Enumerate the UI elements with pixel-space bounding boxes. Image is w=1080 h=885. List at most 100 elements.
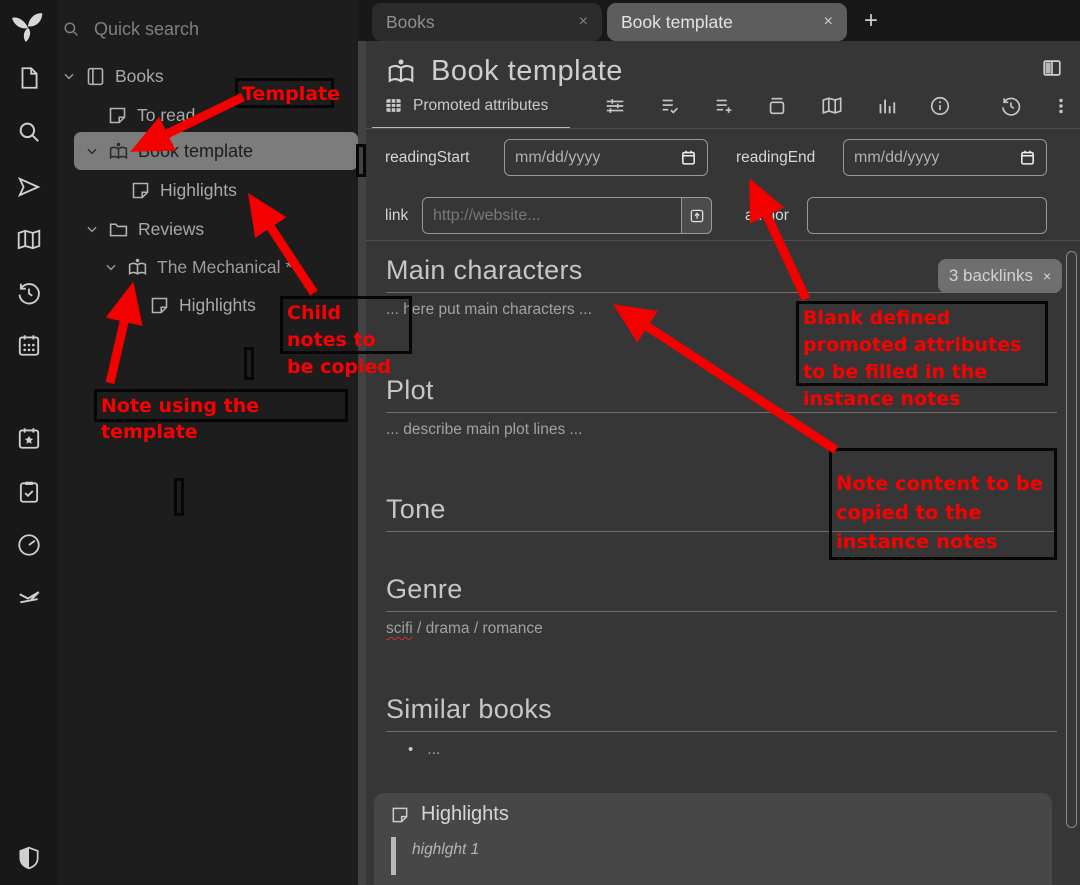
link-placeholder: http://website... [433,207,541,225]
grid-icon [384,96,403,115]
heading-similar-books: Similar books [386,694,552,725]
calendar-picker-icon[interactable] [680,149,697,166]
readingEnd-date-input[interactable]: mm/dd/yyyy [843,139,1047,176]
annotation-note-content: Note content to be copied to the instanc… [829,448,1057,560]
tree-item-highlights[interactable]: Highlights [130,172,237,208]
paragraph-genre[interactable]: scifi / drama / romance [386,620,543,638]
author-input[interactable] [807,197,1047,234]
search-icon[interactable] [16,119,42,145]
similar-books-list: ... [408,741,440,759]
note-map-ribbon-icon[interactable] [821,95,843,117]
paragraph-main-characters[interactable]: ... here put main characters ... [386,301,592,319]
link-input[interactable]: http://website... [422,197,712,234]
marker-rect-artifact [356,144,366,177]
section-divider [366,240,1080,241]
backlinks-close-icon[interactable]: × [1043,268,1051,284]
chevron-down-icon[interactable] [85,222,99,236]
ribbon: Promoted attributes [366,88,1080,128]
tree-item-reviews[interactable]: Reviews [85,211,204,247]
note-info-icon[interactable] [929,95,951,117]
split-view-icon[interactable] [1041,57,1063,79]
child-note-title[interactable]: Highlights [421,803,509,826]
content-scrollbar-thumb[interactable] [1066,251,1077,828]
quick-search-icon [62,20,80,38]
genre-rest: / drama / romance [413,620,543,637]
new-tab-button[interactable]: + [856,4,886,38]
calendar-icon[interactable] [16,332,42,358]
tree-item-the-mechanical[interactable]: The Mechanical * [104,249,292,285]
note-title-row: Book template [386,55,623,88]
paragraph-plot[interactable]: ... describe main plot lines ... [386,421,582,439]
tab-bar: Books × Book template × + [358,0,1080,41]
readingStart-date-input[interactable]: mm/dd/yyyy [504,139,708,176]
tab-close-icon[interactable]: × [824,13,833,31]
misspelled-word: scifi [386,620,413,637]
note-map-icon[interactable] [16,227,42,253]
tree-item-label: Highlights [160,180,237,201]
tab-label: Book template [621,12,733,33]
child-note-card[interactable]: Highlights highlght 1 [374,793,1052,885]
quick-search-input[interactable]: Quick search [62,14,352,44]
jump-to-note-icon[interactable] [16,174,42,200]
author-label: author [745,207,789,225]
dashboard-icon[interactable] [16,532,42,558]
annotation-note-using-template: Note using the template [94,389,348,422]
note-icon [107,105,128,126]
annotation-blank-attributes: Blank defined promoted attributes to be … [796,301,1048,386]
note-stats-icon[interactable] [875,95,897,117]
backlinks-count: 3 backlinks [949,266,1033,286]
ribbon-divider [366,128,1080,129]
note-icon [149,295,170,316]
tree-item-label: Books [115,66,164,87]
app-logo-icon [9,7,47,45]
note-icon [390,805,410,825]
protected-session-icon[interactable] [16,845,42,871]
tab-close-icon[interactable]: × [579,13,588,31]
template-icon [386,57,416,87]
tab-book-template[interactable]: Book template × [607,3,847,41]
backlinks-badge[interactable]: 3 backlinks × [938,259,1062,293]
note-icon [130,180,151,201]
heading-tone: Tone [386,494,446,525]
note-paths-icon[interactable] [766,95,788,117]
tree-item-label: Highlights [179,295,256,316]
tree-item-label: The Mechanical * [157,257,292,278]
app-window: Quick search Books To read Book template… [0,0,1080,885]
chevron-down-icon[interactable] [85,144,99,158]
chevron-down-icon[interactable] [104,260,118,274]
list-item[interactable]: ... [408,741,440,759]
open-link-button[interactable] [681,197,712,234]
tab-books[interactable]: Books × [372,3,602,41]
basic-properties-icon[interactable] [604,95,626,117]
new-note-icon[interactable] [16,65,42,91]
heading-rule [386,731,1057,732]
recent-changes-icon[interactable] [16,280,42,306]
plane-icon[interactable] [16,585,42,611]
note-title[interactable]: Book template [431,55,623,88]
heading-main-characters: Main characters [386,255,583,286]
marker-rect-artifact [174,478,184,516]
tree-item-highlights-2[interactable]: Highlights [149,287,256,323]
chevron-down-icon[interactable] [62,69,76,83]
template-icon [108,141,129,162]
tree-item-to-read[interactable]: To read [107,97,195,133]
quick-search-placeholder: Quick search [94,19,199,40]
tree-item-book-template[interactable]: Book template [85,133,253,169]
inherited-attributes-icon[interactable] [713,95,735,117]
tree-item-label: Book template [138,141,253,162]
ribbon-tab-promoted-attributes[interactable]: Promoted attributes [384,96,548,115]
tasks-icon[interactable] [16,479,42,505]
launcher-rail [0,0,57,885]
annotation-template: Template [235,78,334,108]
calendar-picker-icon[interactable] [1019,149,1036,166]
tree-item-label: To read [137,105,195,126]
date-placeholder: mm/dd/yyyy [854,149,939,167]
child-note-title-row[interactable]: Highlights [390,803,509,826]
revisions-icon[interactable] [1000,95,1022,117]
special-day-icon[interactable] [16,425,42,451]
owned-attributes-icon[interactable] [659,95,681,117]
tree-item-label: Reviews [138,219,204,240]
child-note-quote: highlght 1 [412,841,479,859]
tree-item-books[interactable]: Books [62,58,164,94]
more-options-icon[interactable] [1050,95,1072,117]
